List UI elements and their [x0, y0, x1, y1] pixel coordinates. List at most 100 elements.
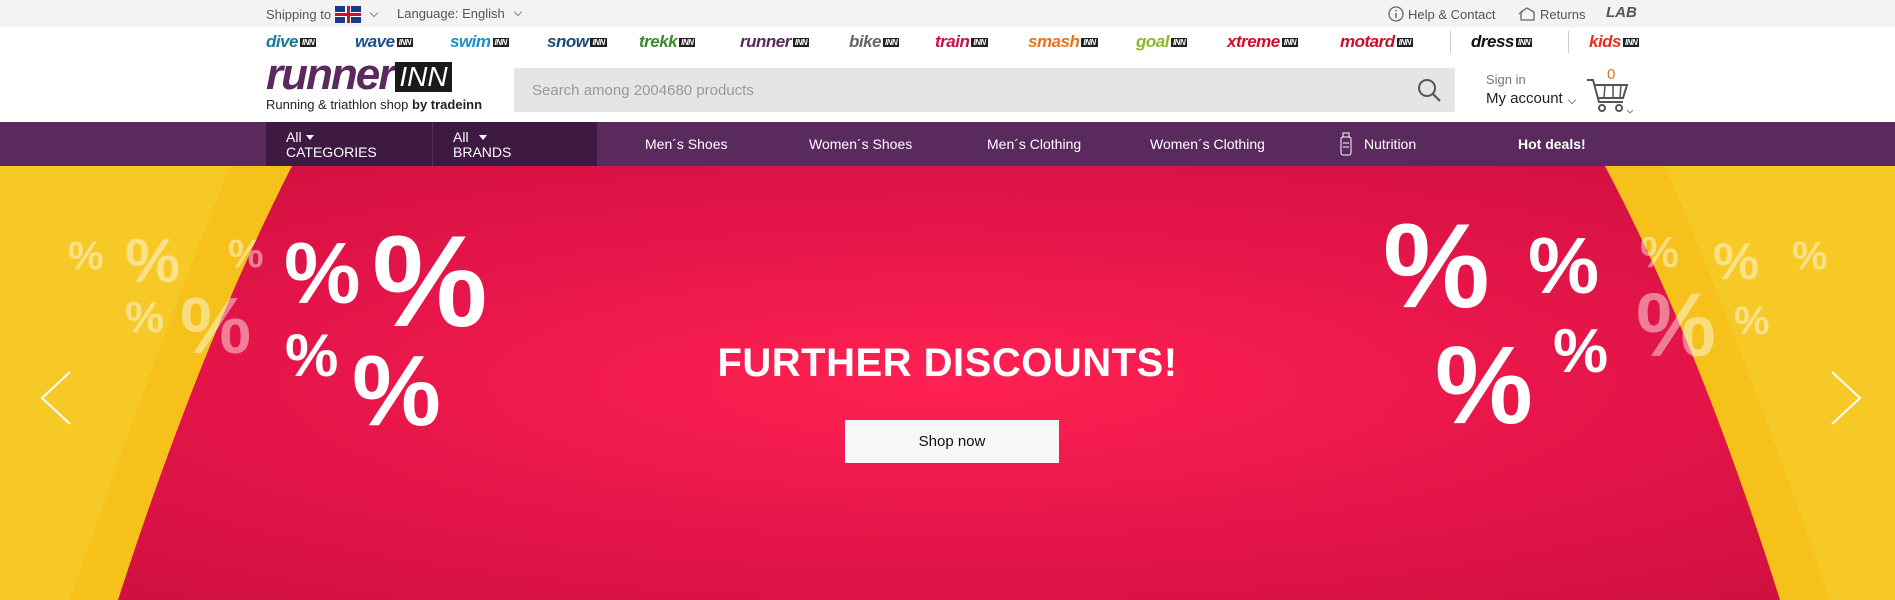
- store-name: runner: [740, 32, 791, 51]
- shop-now-button[interactable]: Shop now: [845, 420, 1059, 463]
- inn-badge: INN: [590, 38, 607, 48]
- percent-icon: %: [1528, 226, 1599, 306]
- percent-icon: %: [1640, 231, 1679, 275]
- store-link-dress[interactable]: dress INN: [1471, 32, 1533, 52]
- store-name: dive: [266, 32, 299, 51]
- nutrition-label: Nutrition: [1364, 136, 1417, 152]
- percent-icon: %: [125, 296, 164, 340]
- all-categories-label-1: All: [286, 129, 302, 145]
- store-name: kids: [1589, 32, 1622, 51]
- store-name: wave: [355, 32, 395, 51]
- cart-button[interactable]: 0: [1585, 66, 1634, 116]
- nav-link-womens-shoes[interactable]: Women´s Shoes: [809, 136, 912, 152]
- store-link-dive[interactable]: dive INN: [266, 32, 317, 52]
- shipping-selector[interactable]: Shipping to: [266, 6, 379, 23]
- inn-badge: INN: [792, 38, 810, 48]
- store-link-snow[interactable]: snow INN: [547, 32, 607, 52]
- all-categories-dropdown[interactable]: All CATEGORIES: [266, 122, 432, 166]
- store-name: dress: [1471, 32, 1514, 51]
- shipping-label: Shipping to: [266, 7, 332, 22]
- inn-badge: INN: [1623, 38, 1640, 48]
- store-link-wave[interactable]: wave INN: [355, 32, 413, 52]
- nav-link-nutrition[interactable]: Nutrition: [1340, 132, 1416, 156]
- percent-glyph: %: [1713, 233, 1760, 291]
- store-link-kids[interactable]: kids INN: [1589, 32, 1640, 52]
- search-input[interactable]: [532, 68, 1392, 112]
- percent-glyph: %: [372, 208, 488, 354]
- search-icon[interactable]: [1417, 78, 1441, 102]
- chevron-down-icon: [513, 7, 522, 17]
- divider: [1568, 31, 1569, 53]
- percent-glyph: %: [1734, 299, 1770, 343]
- uk-flag-icon: [335, 6, 362, 23]
- store-link-swim[interactable]: swim INN: [450, 32, 509, 52]
- percent-glyph: %: [1792, 234, 1828, 278]
- store-link-xtreme[interactable]: xtreme INN: [1227, 32, 1299, 52]
- carousel-prev-arrow-icon[interactable]: [36, 370, 76, 426]
- main-navigation: All CATEGORIES All BRANDS Men´s Shoes Wo…: [0, 122, 1895, 166]
- store-link-smash[interactable]: smash INN: [1028, 32, 1098, 52]
- help-contact-link[interactable]: Help & Contact: [1388, 6, 1495, 22]
- language-selector[interactable]: Language: English: [397, 6, 522, 21]
- store-name: swim: [450, 32, 491, 51]
- percent-icon: %: [68, 236, 104, 276]
- store-name: smash: [1028, 32, 1080, 51]
- nav-link-mens-shoes[interactable]: Men´s Shoes: [645, 136, 727, 152]
- store-name: motard: [1340, 32, 1395, 51]
- logo-tagline: Running & triathlon shop by tradeinn: [266, 97, 482, 112]
- bottle-icon: [1340, 132, 1352, 156]
- percent-icon: %: [125, 231, 180, 293]
- site-logo[interactable]: runner INN Running & triathlon shop by tr…: [266, 53, 482, 113]
- percent-icon: %: [372, 216, 488, 346]
- nav-link-hot-deals[interactable]: Hot deals!: [1518, 136, 1586, 152]
- percent-glyph: %: [1383, 199, 1490, 333]
- caret-down-icon: [478, 135, 487, 140]
- chevron-down-icon: [1567, 95, 1576, 105]
- inn-badge: INN: [971, 38, 988, 48]
- sign-in-label: Sign in: [1486, 72, 1526, 87]
- all-brands-label-1: All: [453, 129, 469, 145]
- percent-glyph: %: [1528, 221, 1600, 310]
- store-link-runner[interactable]: runner INN: [740, 32, 810, 52]
- store-name: trekk: [639, 32, 678, 51]
- return-box-icon: [1518, 7, 1535, 21]
- nav-link-womens-clothing[interactable]: Women´s Clothing: [1150, 136, 1265, 152]
- nav-link-mens-clothing[interactable]: Men´s Clothing: [987, 136, 1081, 152]
- returns-label: Returns: [1540, 6, 1586, 22]
- my-account-label: My account: [1486, 90, 1576, 107]
- inn-badge: INN: [300, 38, 317, 48]
- store-link-bike[interactable]: bike INN: [849, 32, 900, 52]
- store-link-trekk[interactable]: trekk INN: [639, 32, 696, 52]
- returns-link[interactable]: Returns: [1518, 6, 1586, 22]
- percent-glyph: %: [228, 232, 264, 276]
- language-label: Language: English: [397, 6, 505, 21]
- info-icon: [1388, 6, 1404, 22]
- all-brands-dropdown[interactable]: All BRANDS: [433, 122, 597, 166]
- inn-badge: INN: [883, 38, 900, 48]
- store-name: xtreme: [1227, 32, 1280, 51]
- percent-glyph: %: [284, 226, 361, 322]
- store-name: train: [935, 32, 970, 51]
- logo-wordmark: runner: [266, 50, 395, 99]
- inn-badge: INN: [1396, 38, 1413, 48]
- all-categories-label-2: CATEGORIES: [286, 144, 377, 160]
- store-link-motard[interactable]: motard INN: [1340, 32, 1413, 52]
- divider: [1450, 31, 1451, 53]
- help-contact-label: Help & Contact: [1408, 6, 1496, 22]
- hero-title: FURTHER DISCOUNTS!: [717, 341, 1178, 385]
- cart-count: 0: [1607, 66, 1616, 83]
- store-link-goal[interactable]: goal INN: [1136, 32, 1188, 52]
- lab-link[interactable]: LAB: [1606, 4, 1637, 21]
- account-menu[interactable]: Sign in My account: [1486, 72, 1576, 107]
- percent-glyph: %: [125, 293, 165, 342]
- percent-icon: %: [284, 231, 360, 317]
- tagline-by: by tradeinn: [412, 97, 483, 112]
- carousel-next-arrow-icon[interactable]: [1826, 370, 1866, 426]
- logo-inn-badge: INN: [395, 62, 452, 92]
- store-name: snow: [547, 32, 589, 51]
- inn-badge: INN: [492, 38, 509, 48]
- hero-banner[interactable]: % % % % % % % % % % % % % % % % % % FURT…: [0, 166, 1895, 600]
- store-link-train[interactable]: train INN: [935, 32, 988, 52]
- caret-down-icon: [305, 135, 314, 140]
- all-brands-label-2: BRANDS: [453, 144, 512, 160]
